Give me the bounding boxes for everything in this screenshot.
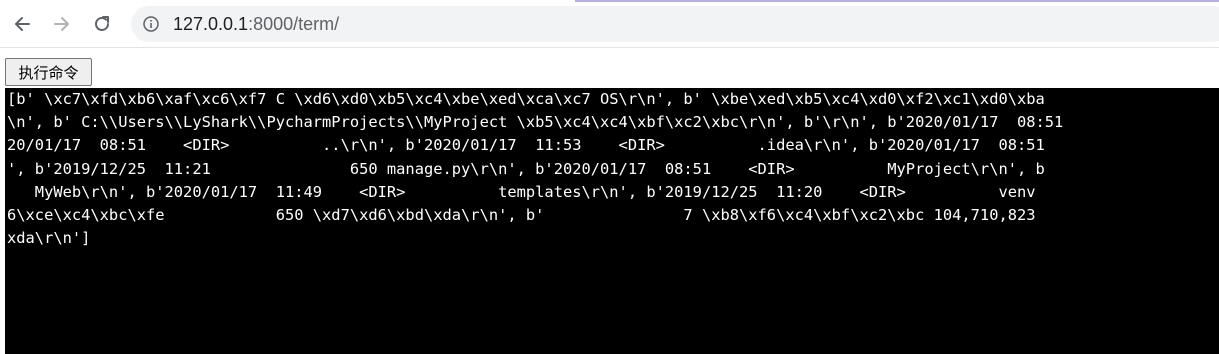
reload-icon <box>95 16 109 31</box>
terminal-line: \n', b' C:\\Users\\LyShark\\PycharmProje… <box>7 113 1064 132</box>
url-host: 127.0.0.1 <box>173 14 249 34</box>
address-bar[interactable]: 127.0.0.1:8000/term/ <box>131 6 1219 42</box>
terminal-line: ', b'2019/12/25 11:21 650 manage.py\r\n'… <box>7 159 1045 178</box>
terminal-line: [b' \xc7\xfd\xb6\xaf\xc6\xf7 C \xd6\xd0\… <box>7 90 1045 108</box>
terminal-line: xda\r\n'] <box>7 229 91 248</box>
forward-button[interactable] <box>48 10 76 38</box>
browser-toolbar: 127.0.0.1:8000/term/ <box>0 0 1219 48</box>
terminal-output: [b' \xc7\xfd\xb6\xaf\xc6\xf7 C \xd6\xd0\… <box>5 88 1219 354</box>
url-text[interactable]: 127.0.0.1:8000/term/ <box>173 14 339 35</box>
run-command-button[interactable]: 执行命令 <box>5 58 92 86</box>
info-icon[interactable] <box>143 16 159 32</box>
back-arrow-icon <box>15 17 30 31</box>
terminal-line: MyWeb\r\n', b'2020/01/17 11:49 <DIR> tem… <box>7 182 1036 201</box>
forward-arrow-icon <box>54 17 69 31</box>
terminal-line: 20/01/17 08:51 <DIR> ..\r\n', b'2020/01/… <box>7 136 1045 155</box>
page-content: 执行命令 [b' \xc7\xfd\xb6\xaf\xc6\xf7 C \xd6… <box>0 48 1219 354</box>
tab-strip-accent <box>575 0 1219 2</box>
back-button[interactable] <box>8 10 36 38</box>
url-path: :8000/term/ <box>248 14 340 34</box>
reload-button[interactable] <box>88 10 116 38</box>
terminal-line: 6\xce\xc4\xbc\xfe 650 \xd7\xd6\xbd\xda\r… <box>7 205 1036 224</box>
